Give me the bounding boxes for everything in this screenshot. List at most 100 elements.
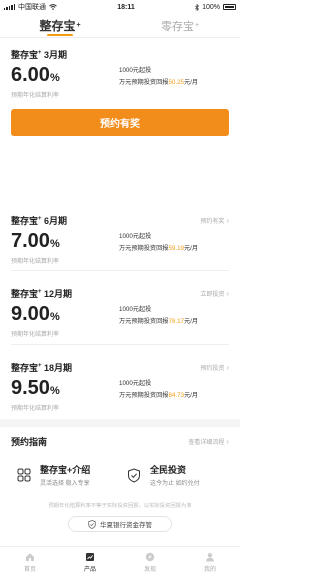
tab-lingcunbao[interactable]: 零存宝 + (120, 14, 240, 37)
rate-block: 6.00% 预期年化结算利率 (11, 65, 119, 99)
info-block: 1000元起投 万元预期投资回报50.25元/月 (119, 65, 198, 89)
rate-number: 6.00 (11, 64, 50, 86)
guide-items: 整存宝+介绍 灵活选择 稳入专享 全民投资 这今为止 如约兑付 (0, 455, 240, 497)
info-block: 1000元起投 万元预期投资回报84.73元/月 (119, 378, 198, 402)
card-head: 整存宝+ 6月期 预约有奖 › (11, 214, 229, 227)
rate-block: 9.50% 预期年化结算利率 (11, 378, 119, 412)
product-list: 整存宝+ 3月期 6.00% 预期年化结算利率 1000元起投 万元预期投资回报… (0, 38, 240, 419)
card-head: 整存宝+ 3月期 (11, 48, 229, 61)
product-sup: + (38, 289, 42, 295)
guide-detail-link[interactable]: 查看详细流程 › (188, 437, 229, 446)
section-divider (0, 419, 240, 427)
rate-label: 预期年化结算利率 (11, 332, 60, 338)
battery-label: 100% (202, 3, 220, 11)
card-body: 6.00% 预期年化结算利率 1000元起投 万元预期投资回报50.25元/月 (11, 65, 229, 99)
return-prefix: 万元预期投资回报 (119, 245, 169, 252)
bluetooth-icon (195, 3, 200, 11)
bank-custody-badge: 华夏银行资金存管 (68, 516, 172, 532)
card-action-label: 预约有奖 (200, 219, 225, 225)
guide-item-text: 整存宝+介绍 灵活选择 稳入专享 (40, 463, 90, 487)
product-card-6m[interactable]: 整存宝+ 6月期 预约有奖 › 7.00% 预期年化结算利率 1000元起投 万元… (11, 198, 229, 271)
card-action-link[interactable]: 预约有奖 › (200, 216, 229, 225)
nav-home[interactable]: 首页 (0, 547, 60, 578)
rate-block: 7.00% 预期年化结算利率 (11, 231, 119, 265)
product-card-3m[interactable]: 整存宝+ 3月期 6.00% 预期年化结算利率 1000元起投 万元预期投资回报… (11, 38, 229, 198)
rate-unit: % (49, 311, 60, 323)
carrier-label: 中国联通 (17, 4, 46, 11)
min-invest: 1000元起投 (119, 67, 152, 74)
product-card-18m[interactable]: 整存宝+ 18月期 预约投资 › 9.50% 预期年化结算利率 1000元起投 万… (11, 345, 229, 419)
card-title: 整存宝+ 12月期 (11, 287, 72, 300)
card-body: 9.50% 预期年化结算利率 1000元起投 万元预期投资回报84.73元/月 (11, 378, 229, 412)
nav-label: 发现 (143, 567, 156, 573)
signal-icon (4, 4, 15, 10)
guide-item-sub: 灵活选择 稳入专享 (40, 481, 90, 487)
return-line: 万元预期投资回报84.73元/月 (119, 390, 198, 402)
guide-item-title: 整存宝+介绍 (40, 465, 91, 475)
return-suffix: 元/月 (183, 392, 199, 399)
return-value: 59.19 (168, 245, 184, 252)
nav-discover[interactable]: 发现 (120, 547, 180, 578)
card-body: 9.00% 预期年化结算利率 1000元起投 万元预期投资回报78.17元/月 (11, 304, 229, 338)
status-time: 18:11 (117, 3, 135, 11)
card-head: 整存宝+ 12月期 立即投资 › (11, 287, 229, 300)
disclaimer-text: 预期年化结算利率不等于实际投资回报，以实际投资回报为准 (48, 503, 192, 509)
nav-product[interactable]: 产品 (60, 547, 120, 578)
card-body: 7.00% 预期年化结算利率 1000元起投 万元预期投资回报59.19元/月 (11, 231, 229, 265)
return-value: 50.25 (168, 79, 184, 86)
nav-mine[interactable]: 我的 (180, 547, 240, 578)
product-term: 12月期 (44, 289, 73, 299)
return-line: 万元预期投资回报59.19元/月 (119, 243, 198, 255)
min-invest: 1000元起投 (119, 380, 152, 387)
rate-number: 9.50 (11, 377, 50, 399)
guide-title: 预约指南 (11, 436, 48, 447)
return-prefix: 万元预期投资回报 (119, 318, 169, 325)
wifi-icon (49, 4, 57, 10)
card-action-link[interactable]: 立即投资 › (200, 289, 229, 298)
battery-icon (222, 4, 236, 10)
product-card-12m[interactable]: 整存宝+ 12月期 立即投资 › 9.00% 预期年化结算利率 1000元起投 万… (11, 271, 229, 345)
guide-item-sub: 这今为止 如约兑付 (150, 481, 200, 487)
product-sup: + (38, 216, 42, 222)
status-bar: 中国联通 18:11 100% (0, 0, 240, 14)
card-title: 整存宝+ 3月期 (11, 48, 67, 61)
rate-unit: % (49, 385, 60, 397)
reserve-reward-button[interactable]: 预约有奖 (11, 109, 229, 136)
product-sup: + (38, 363, 42, 369)
status-left: 中国联通 (4, 2, 57, 12)
return-value: 78.17 (168, 318, 184, 325)
return-suffix: 元/月 (183, 79, 199, 86)
tab-label: 零存宝 (160, 20, 194, 33)
product-name: 整存宝 (11, 363, 39, 373)
guide-link-label: 查看详细流程 (188, 439, 225, 446)
guide-item-title: 全民投资 (150, 465, 187, 475)
return-line: 万元预期投资回报78.17元/月 (119, 316, 198, 328)
card-action-label: 预约投资 (200, 366, 225, 372)
chevron-right-icon: › (226, 289, 229, 298)
user-icon (206, 553, 214, 562)
guide-item-safety[interactable]: 全民投资 这今为止 如约兑付 (120, 463, 230, 487)
return-prefix: 万元预期投资回报 (119, 79, 169, 86)
product-name: 整存宝 (11, 50, 39, 60)
card-action-link[interactable]: 预约投资 › (200, 363, 229, 372)
info-block: 1000元起投 万元预期投资回报59.19元/月 (119, 231, 198, 255)
status-right: 100% (195, 3, 236, 11)
return-value: 84.73 (168, 392, 184, 399)
rate-value: 9.00% (11, 304, 119, 327)
chevron-right-icon: › (226, 216, 229, 225)
rate-value: 7.00% (11, 231, 119, 254)
product-tabs: 整存宝 + 零存宝 + (0, 14, 240, 38)
rate-unit: % (49, 238, 60, 250)
return-line: 万元预期投资回报50.25元/月 (119, 77, 198, 89)
tab-sup: + (194, 22, 200, 29)
min-invest: 1000元起投 (119, 306, 152, 313)
return-suffix: 元/月 (183, 318, 199, 325)
tab-label: 整存宝 (39, 19, 76, 33)
grid-icon (16, 467, 32, 483)
tab-zhengcunbao[interactable]: 整存宝 + (0, 14, 120, 37)
rate-block: 9.00% 预期年化结算利率 (11, 304, 119, 338)
guide-item-intro[interactable]: 整存宝+介绍 灵活选择 稳入专享 (10, 463, 120, 487)
info-block: 1000元起投 万元预期投资回报78.17元/月 (119, 304, 198, 328)
product-sup: + (38, 50, 42, 56)
bank-badge-label: 华夏银行资金存管 (100, 522, 152, 529)
